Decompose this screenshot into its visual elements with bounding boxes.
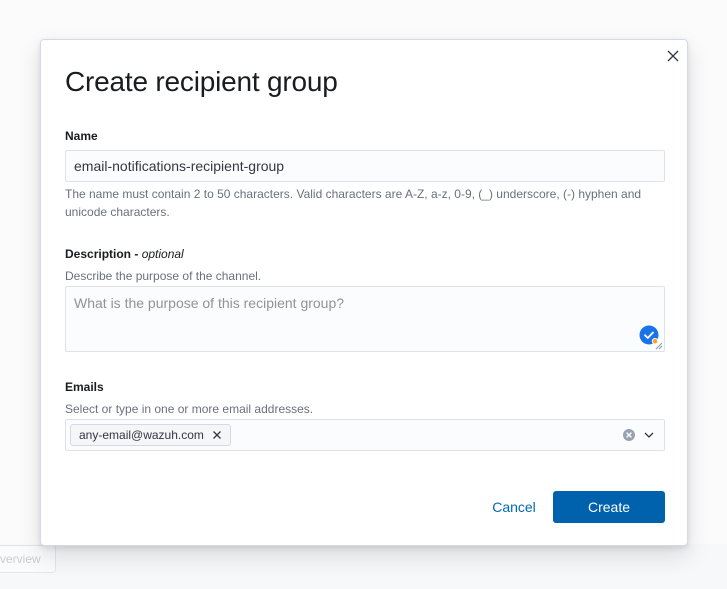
create-recipient-group-modal: Create recipient group Name email-notifi… [40,39,688,546]
name-label: Name [65,129,98,143]
emails-combobox[interactable]: any-email@wazuh.com [65,419,665,451]
modal-title: Create recipient group [65,66,338,97]
background-toolbar [0,544,727,589]
close-icon [667,50,679,62]
cross-icon[interactable] [212,430,222,440]
description-help-text: Describe the purpose of the channel. [65,269,262,283]
description-textarea[interactable]: What is the purpose of this recipient gr… [65,286,665,352]
optional-tag: optional [141,247,184,261]
name-input[interactable]: email-notifications-recipient-group [65,150,665,182]
chevron-down-icon[interactable] [642,428,656,442]
description-label-text: Description - [65,247,142,261]
clear-circle-icon[interactable] [622,428,636,442]
name-help-text: The name must contain 2 to 50 characters… [65,187,642,219]
close-modal-button[interactable] [665,48,681,64]
description-placeholder: What is the purpose of this recipient gr… [74,295,345,311]
emails-label: Emails [65,380,104,394]
background-tab-overview: verview [0,545,56,573]
create-button[interactable]: Create [553,491,665,523]
emails-help-text: Select or type in one or more email addr… [65,402,314,416]
email-pill-label: any-email@wazuh.com [79,428,204,442]
cancel-button[interactable]: Cancel [473,491,555,523]
email-pill: any-email@wazuh.com [70,424,231,446]
description-label: Description - optional [65,247,184,261]
resize-handle-icon[interactable] [655,342,663,350]
